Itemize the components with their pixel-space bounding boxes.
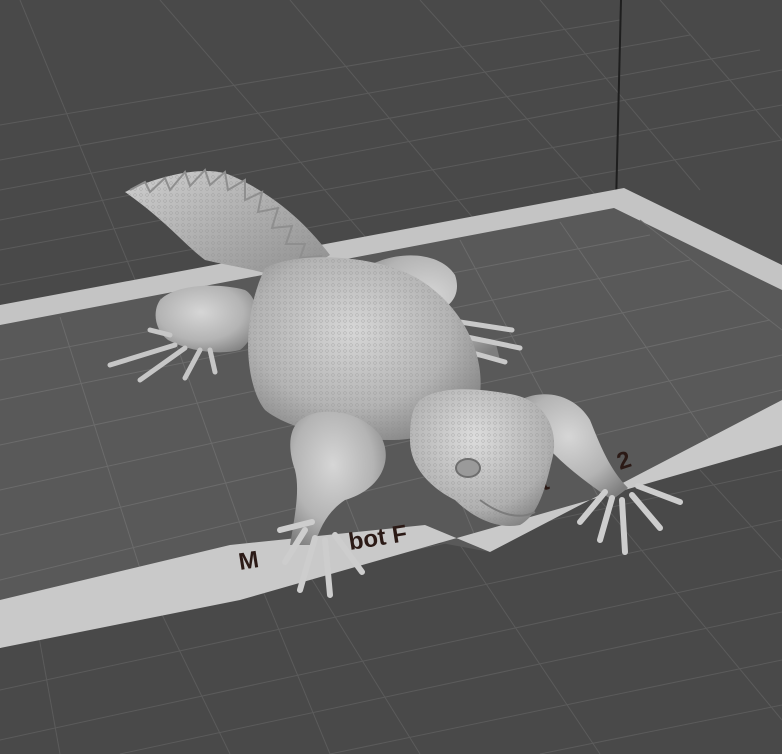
lizard-eye (455, 458, 481, 478)
plate-label-left: M (237, 546, 261, 576)
3d-viewport[interactable]: M bot F at 2 (0, 0, 782, 754)
scene-canvas[interactable]: M bot F at 2 (0, 0, 782, 754)
